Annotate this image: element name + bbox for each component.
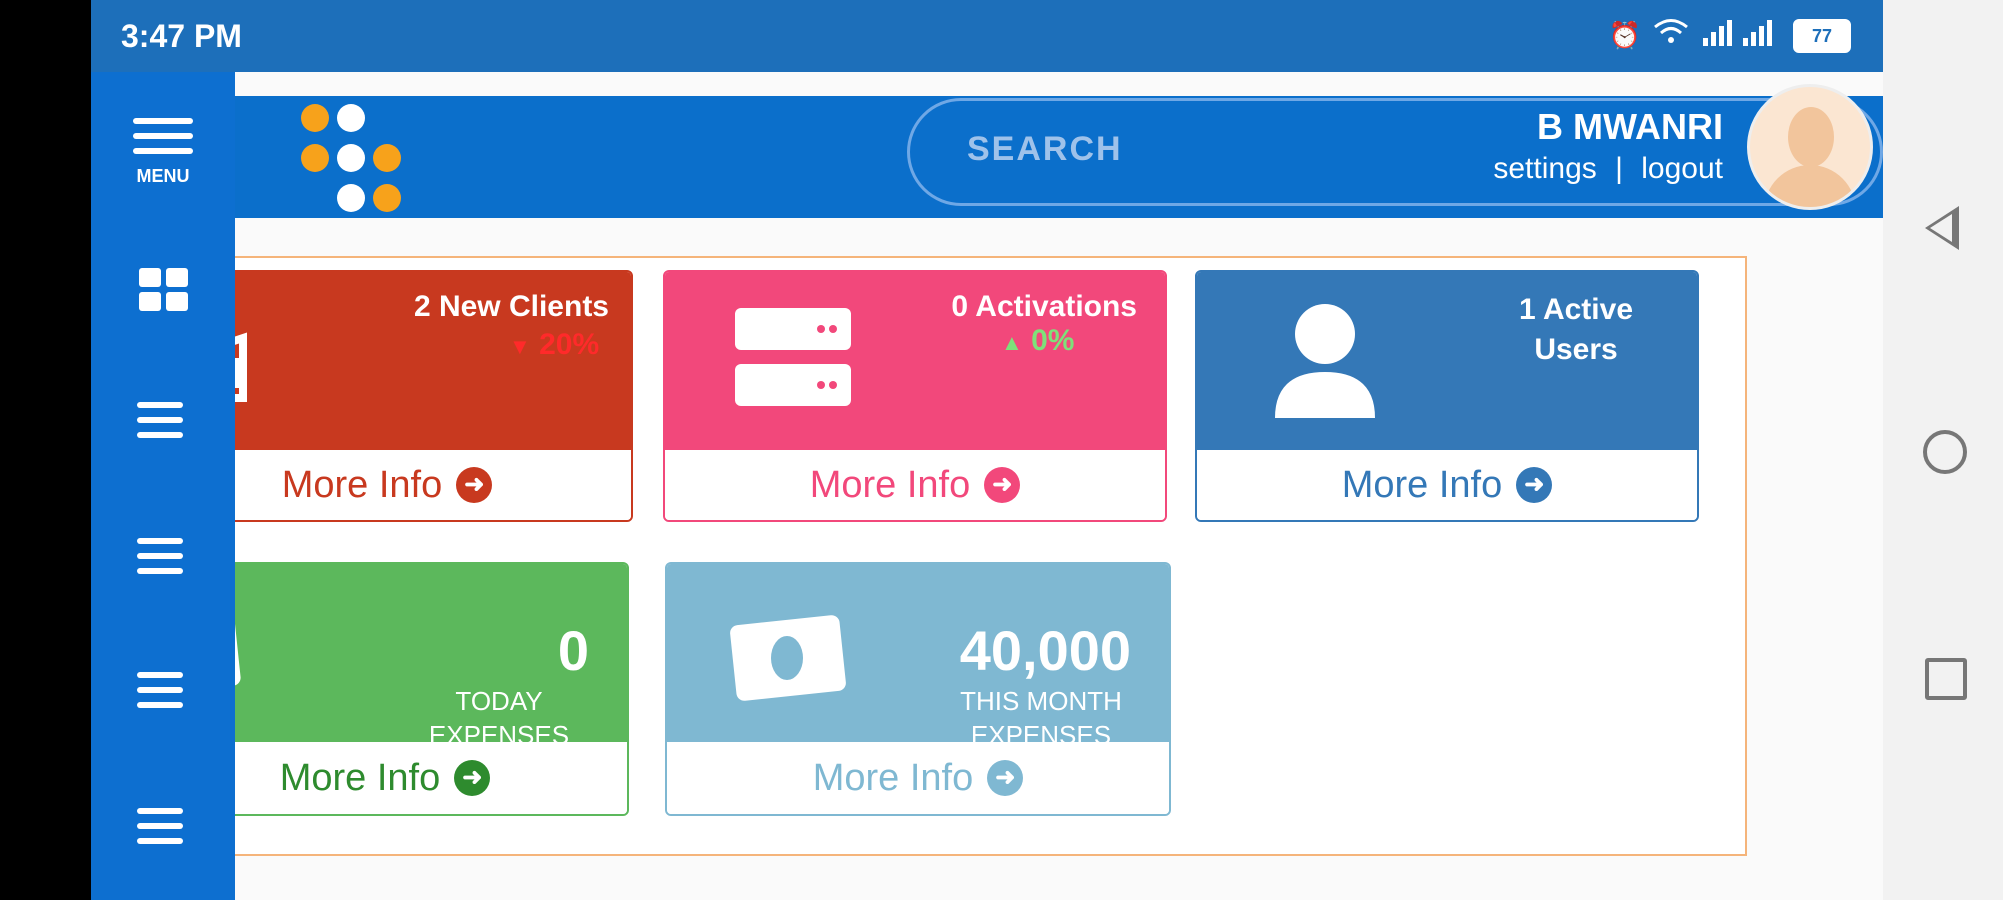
list-icon[interactable]	[137, 538, 183, 544]
home-icon[interactable]	[1923, 430, 1967, 474]
more-info-label[interactable]: More Info	[1342, 464, 1503, 507]
user-icon	[1275, 302, 1375, 423]
arrow-circle-right-icon: ➜	[456, 467, 493, 503]
logo	[301, 104, 421, 214]
recent-apps-icon[interactable]	[1925, 658, 1967, 700]
more-info-label[interactable]: More Info	[810, 464, 971, 507]
battery-icon: 77	[1793, 18, 1851, 53]
status-time: 3:47 PM	[121, 18, 242, 54]
search-placeholder[interactable]: SEARCH	[967, 130, 1123, 169]
more-info-label[interactable]: More Info	[813, 757, 974, 800]
more-info-label[interactable]: More Info	[280, 757, 441, 800]
menu-icon[interactable]	[133, 118, 193, 124]
app-screen: 3:47 PM ⏰ 77 SEARCH B MWANRI settings | …	[91, 0, 1883, 900]
status-bar: 3:47 PM ⏰ 77	[91, 0, 1883, 72]
arrow-circle-right-icon: ➜	[1516, 467, 1553, 503]
arrow-circle-right-icon: ➜	[987, 760, 1024, 796]
signal-icon	[1701, 18, 1781, 53]
system-nav-bar	[1883, 0, 2003, 900]
list-icon[interactable]	[137, 402, 183, 408]
settings-link[interactable]: settings	[1493, 152, 1596, 185]
activations-trend: ▲ 0%	[1001, 324, 1075, 357]
trend-up-icon: ▲	[1001, 330, 1023, 355]
wifi-icon	[1653, 18, 1689, 53]
menu-label[interactable]: MENU	[127, 166, 199, 187]
logout-link[interactable]: logout	[1641, 152, 1723, 185]
money-icon	[729, 610, 849, 711]
list-icon[interactable]	[137, 808, 183, 814]
active-users-title: 1 Active Users	[1519, 293, 1633, 366]
month-expenses-card: 40,000 THIS MONTH EXPENSES More Info ➜	[665, 562, 1171, 816]
avatar[interactable]	[1747, 84, 1873, 210]
activations-more-info[interactable]: More Info ➜	[665, 450, 1165, 520]
today-expenses-value: 0	[557, 619, 589, 682]
month-expenses-value: 40,000	[959, 619, 1131, 682]
back-icon[interactable]	[1925, 206, 1959, 250]
sidebar: MENU	[91, 72, 235, 900]
user-links: settings | logout	[1493, 152, 1723, 186]
activations-card: 0 Activations ▲ 0% More Info ➜	[663, 270, 1167, 522]
arrow-circle-right-icon: ➜	[454, 760, 491, 796]
link-separator: |	[1615, 152, 1623, 185]
active-users-more-info[interactable]: More Info ➜	[1197, 450, 1697, 520]
new-clients-title: 2 New Clients	[413, 290, 609, 323]
user-name: B MWANRI	[1537, 106, 1723, 147]
server-icon	[735, 308, 851, 413]
activations-title: 0 Activations	[951, 290, 1137, 323]
new-clients-trend: ▼ 20%	[509, 328, 600, 361]
month-expenses-more-info[interactable]: More Info ➜	[667, 742, 1169, 814]
alarm-icon: ⏰	[1608, 20, 1641, 50]
status-icons: ⏰ 77	[1609, 18, 1851, 53]
list-icon[interactable]	[137, 672, 183, 678]
dashboard-icon[interactable]	[139, 268, 189, 312]
active-users-card: 1 Active Users More Info ➜	[1195, 270, 1699, 522]
arrow-circle-right-icon: ➜	[984, 467, 1021, 503]
more-info-label[interactable]: More Info	[282, 464, 443, 507]
trend-down-icon: ▼	[509, 334, 531, 359]
app-header: SEARCH B MWANRI settings | logout	[91, 84, 1883, 218]
